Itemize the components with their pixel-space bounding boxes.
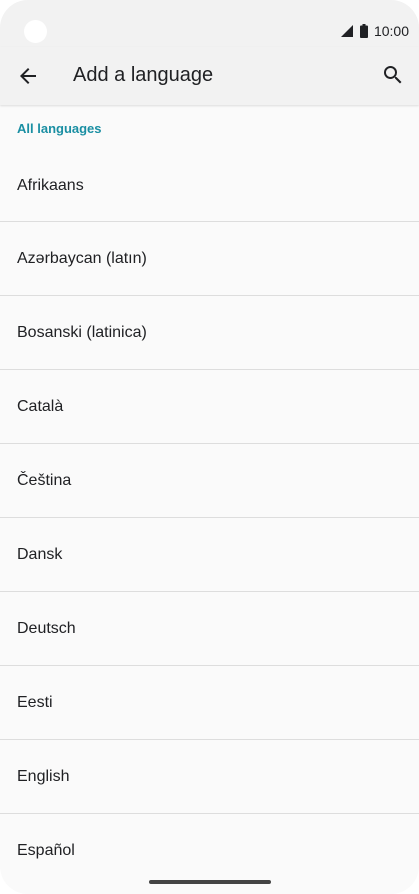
list-item-azerbaycan[interactable]: Azərbaycan (latın)	[0, 222, 419, 296]
search-icon	[384, 66, 402, 84]
status-bar: 10:00	[0, 0, 419, 47]
battery-icon	[359, 24, 368, 38]
gesture-navigation-bar[interactable]	[149, 880, 271, 884]
list-item-bosanski[interactable]: Bosanski (latinica)	[0, 296, 419, 370]
list-item-english[interactable]: English	[0, 740, 419, 814]
section-header: All languages	[17, 121, 102, 136]
list-item-catala[interactable]: Català	[0, 370, 419, 444]
app-bar: Add a language	[0, 47, 419, 105]
status-time: 10:00	[373, 23, 409, 39]
status-icons: 10:00	[340, 23, 409, 39]
arrow-back-icon	[20, 68, 36, 84]
list-item-dansk[interactable]: Dansk	[0, 518, 419, 592]
back-button[interactable]	[16, 64, 40, 88]
list-item-eesti[interactable]: Eesti	[0, 666, 419, 740]
language-list: Afrikaans Azərbaycan (latın) Bosanski (l…	[0, 150, 419, 888]
list-item-afrikaans[interactable]: Afrikaans	[0, 150, 419, 222]
search-button[interactable]	[381, 63, 405, 87]
phone-screen: 10:00 Add a language All languages Afrik…	[0, 0, 419, 894]
signal-icon	[340, 24, 354, 38]
language-content: All languages Afrikaans Azərbaycan (latı…	[0, 105, 419, 894]
page-title: Add a language	[73, 64, 214, 86]
list-item-deutsch[interactable]: Deutsch	[0, 592, 419, 666]
camera-cutout	[24, 20, 47, 43]
list-item-espanol[interactable]: Español	[0, 814, 419, 888]
list-item-cestina[interactable]: Čeština	[0, 444, 419, 518]
